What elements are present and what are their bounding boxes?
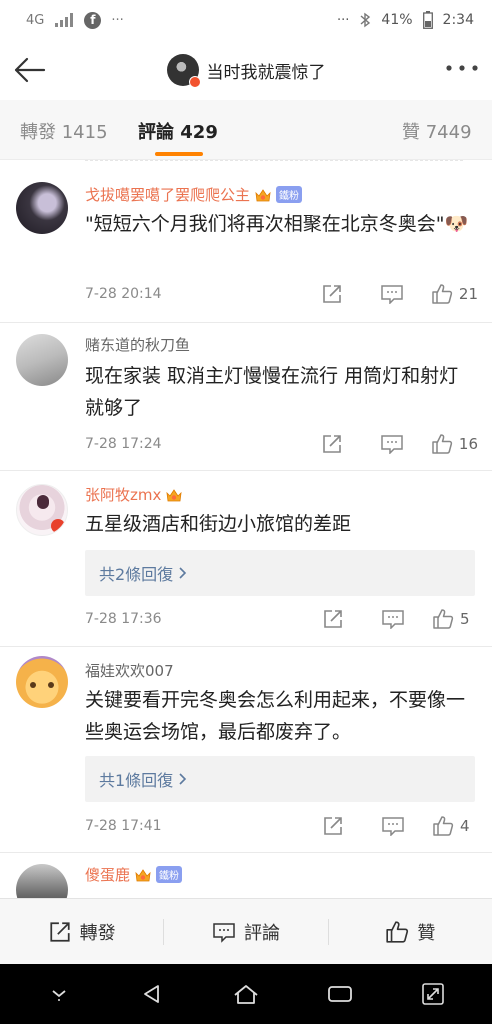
comment-time: 7-28 17:36 [85,611,162,627]
replies-count: 共1條回復 [99,771,174,790]
bottom-action-bar: 轉發 評論 贊 [0,898,492,964]
comment-time: 7-28 17:41 [85,818,162,834]
page-title: 当时我就震惊了 [206,62,326,83]
crown-badge-icon [166,488,182,501]
network-label: 4G [26,12,45,28]
verified-badge-icon [188,76,201,88]
repost-label: 轉發 [79,922,116,944]
comment-time: 7-28 20:14 [85,286,162,302]
thumbs-up-icon [433,816,454,836]
divider [0,470,492,471]
comment-button[interactable]: 評論 [164,919,327,945]
back-arrow-icon[interactable] [12,54,48,86]
tab-repost[interactable]: 轉發 1415 [20,118,108,144]
crown-badge-icon [255,188,271,201]
share-icon[interactable] [318,607,348,631]
thumbs-up-icon [432,434,453,454]
user-avatar[interactable] [16,864,68,898]
chevron-right-icon [179,773,187,785]
view-replies-link[interactable]: 共2條回復 [85,550,475,596]
clock: 2:34 [442,12,474,28]
system-nav-bar [0,964,492,1024]
share-icon[interactable] [318,814,348,838]
author-avatar[interactable] [166,54,201,88]
user-avatar[interactable] [16,334,68,386]
divider [0,322,492,323]
like-button[interactable]: 5 [432,608,478,630]
comment-label: 評論 [243,922,280,944]
tab-likes[interactable]: 贊 7449 [402,118,472,144]
repost-button[interactable]: 轉發 [0,919,163,945]
comment-text: 关键要看开完冬奥会怎么利用起来，不要像一些奥运会场馆，最后都废弃了。 [85,689,466,743]
username[interactable]: 张阿牧zmx [85,484,161,505]
more-notifications-icon: ··· [111,12,124,28]
crown-badge-icon [135,868,151,881]
reply-icon[interactable] [377,282,407,306]
like-count: 4 [460,817,470,835]
reply-icon[interactable] [378,607,408,631]
like-count: 5 [460,610,470,628]
back-nav-icon[interactable] [132,974,172,1014]
reply-icon[interactable] [377,432,407,456]
like-button[interactable]: 4 [432,815,478,837]
like-button[interactable]: 21 [431,283,478,305]
like-count: 16 [458,435,478,453]
username[interactable]: 赌东道的秋刀鱼 [85,334,190,355]
comment-text: 五星级酒店和街边小旅馆的差距 [85,513,352,535]
expand-icon[interactable] [413,974,453,1014]
bluetooth-icon [360,12,371,28]
like-post-button[interactable]: 贊 [329,919,492,945]
fan-badge: 鐵粉 [156,866,183,883]
post-author[interactable]: 当时我就震惊了 [166,54,326,88]
share-icon[interactable] [317,282,347,306]
comment-icon [213,922,235,943]
status-bar: 4G f ··· ··· 41% 2:34 [0,0,492,40]
reply-icon[interactable] [378,814,408,838]
hide-keyboard-icon[interactable] [39,974,79,1014]
fan-badge: 鐵粉 [276,186,303,203]
recent-apps-icon[interactable] [320,974,360,1014]
thumbs-up-icon [432,284,453,304]
share-icon [50,921,70,942]
tab-bar: 轉發 1415 評論 429 贊 7449 [0,100,492,160]
username[interactable]: 傻蛋鹿 [85,864,130,885]
divider [0,852,492,853]
thumbs-up-icon [433,609,454,629]
share-icon[interactable] [317,432,347,456]
comment-time: 7-28 17:24 [85,436,162,452]
like-button[interactable]: 16 [431,433,478,455]
divider [0,646,492,647]
replies-count: 共2條回復 [99,565,174,584]
chevron-right-icon [179,567,187,579]
more-status-icon: ··· [337,12,350,28]
home-icon[interactable] [226,974,266,1014]
comment-text: 现在家装 取消主灯慢慢在流行 用筒灯和射灯就够了 [85,365,459,419]
active-tab-indicator [155,152,203,156]
facebook-icon: f [84,11,102,29]
username[interactable]: 戈拔噶罢噶了罢爬爬公主 [85,184,250,205]
battery-percent: 41% [381,12,413,28]
previous-item-edge [85,160,463,168]
tab-comments[interactable]: 評論 429 [138,118,218,144]
comment-meta: 7-28 17:41 4 [85,814,478,838]
like-count: 21 [458,285,478,303]
thumbs-up-icon [386,920,409,943]
username[interactable]: 福娃欢欢007 [85,660,174,681]
top-header: 当时我就震惊了 [0,40,492,100]
user-avatar[interactable] [16,656,68,708]
like-label: 贊 [417,922,436,944]
comment-meta: 7-28 17:36 5 [85,607,478,631]
view-replies-link[interactable]: 共1條回復 [85,756,475,802]
user-avatar[interactable] [16,182,68,234]
battery-icon [422,11,433,29]
user-avatar[interactable] [16,484,68,536]
signal-icon [55,13,74,27]
more-options-icon[interactable] [444,58,480,78]
comment-list[interactable]: 戈拔噶罢噶了罢爬爬公主 鐵粉 "短短六个月我们将再次相聚在北京冬奥会"🐶 7-2… [0,160,492,898]
comment-text: "短短六个月我们将再次相聚在北京冬奥会"🐶 [85,213,469,235]
